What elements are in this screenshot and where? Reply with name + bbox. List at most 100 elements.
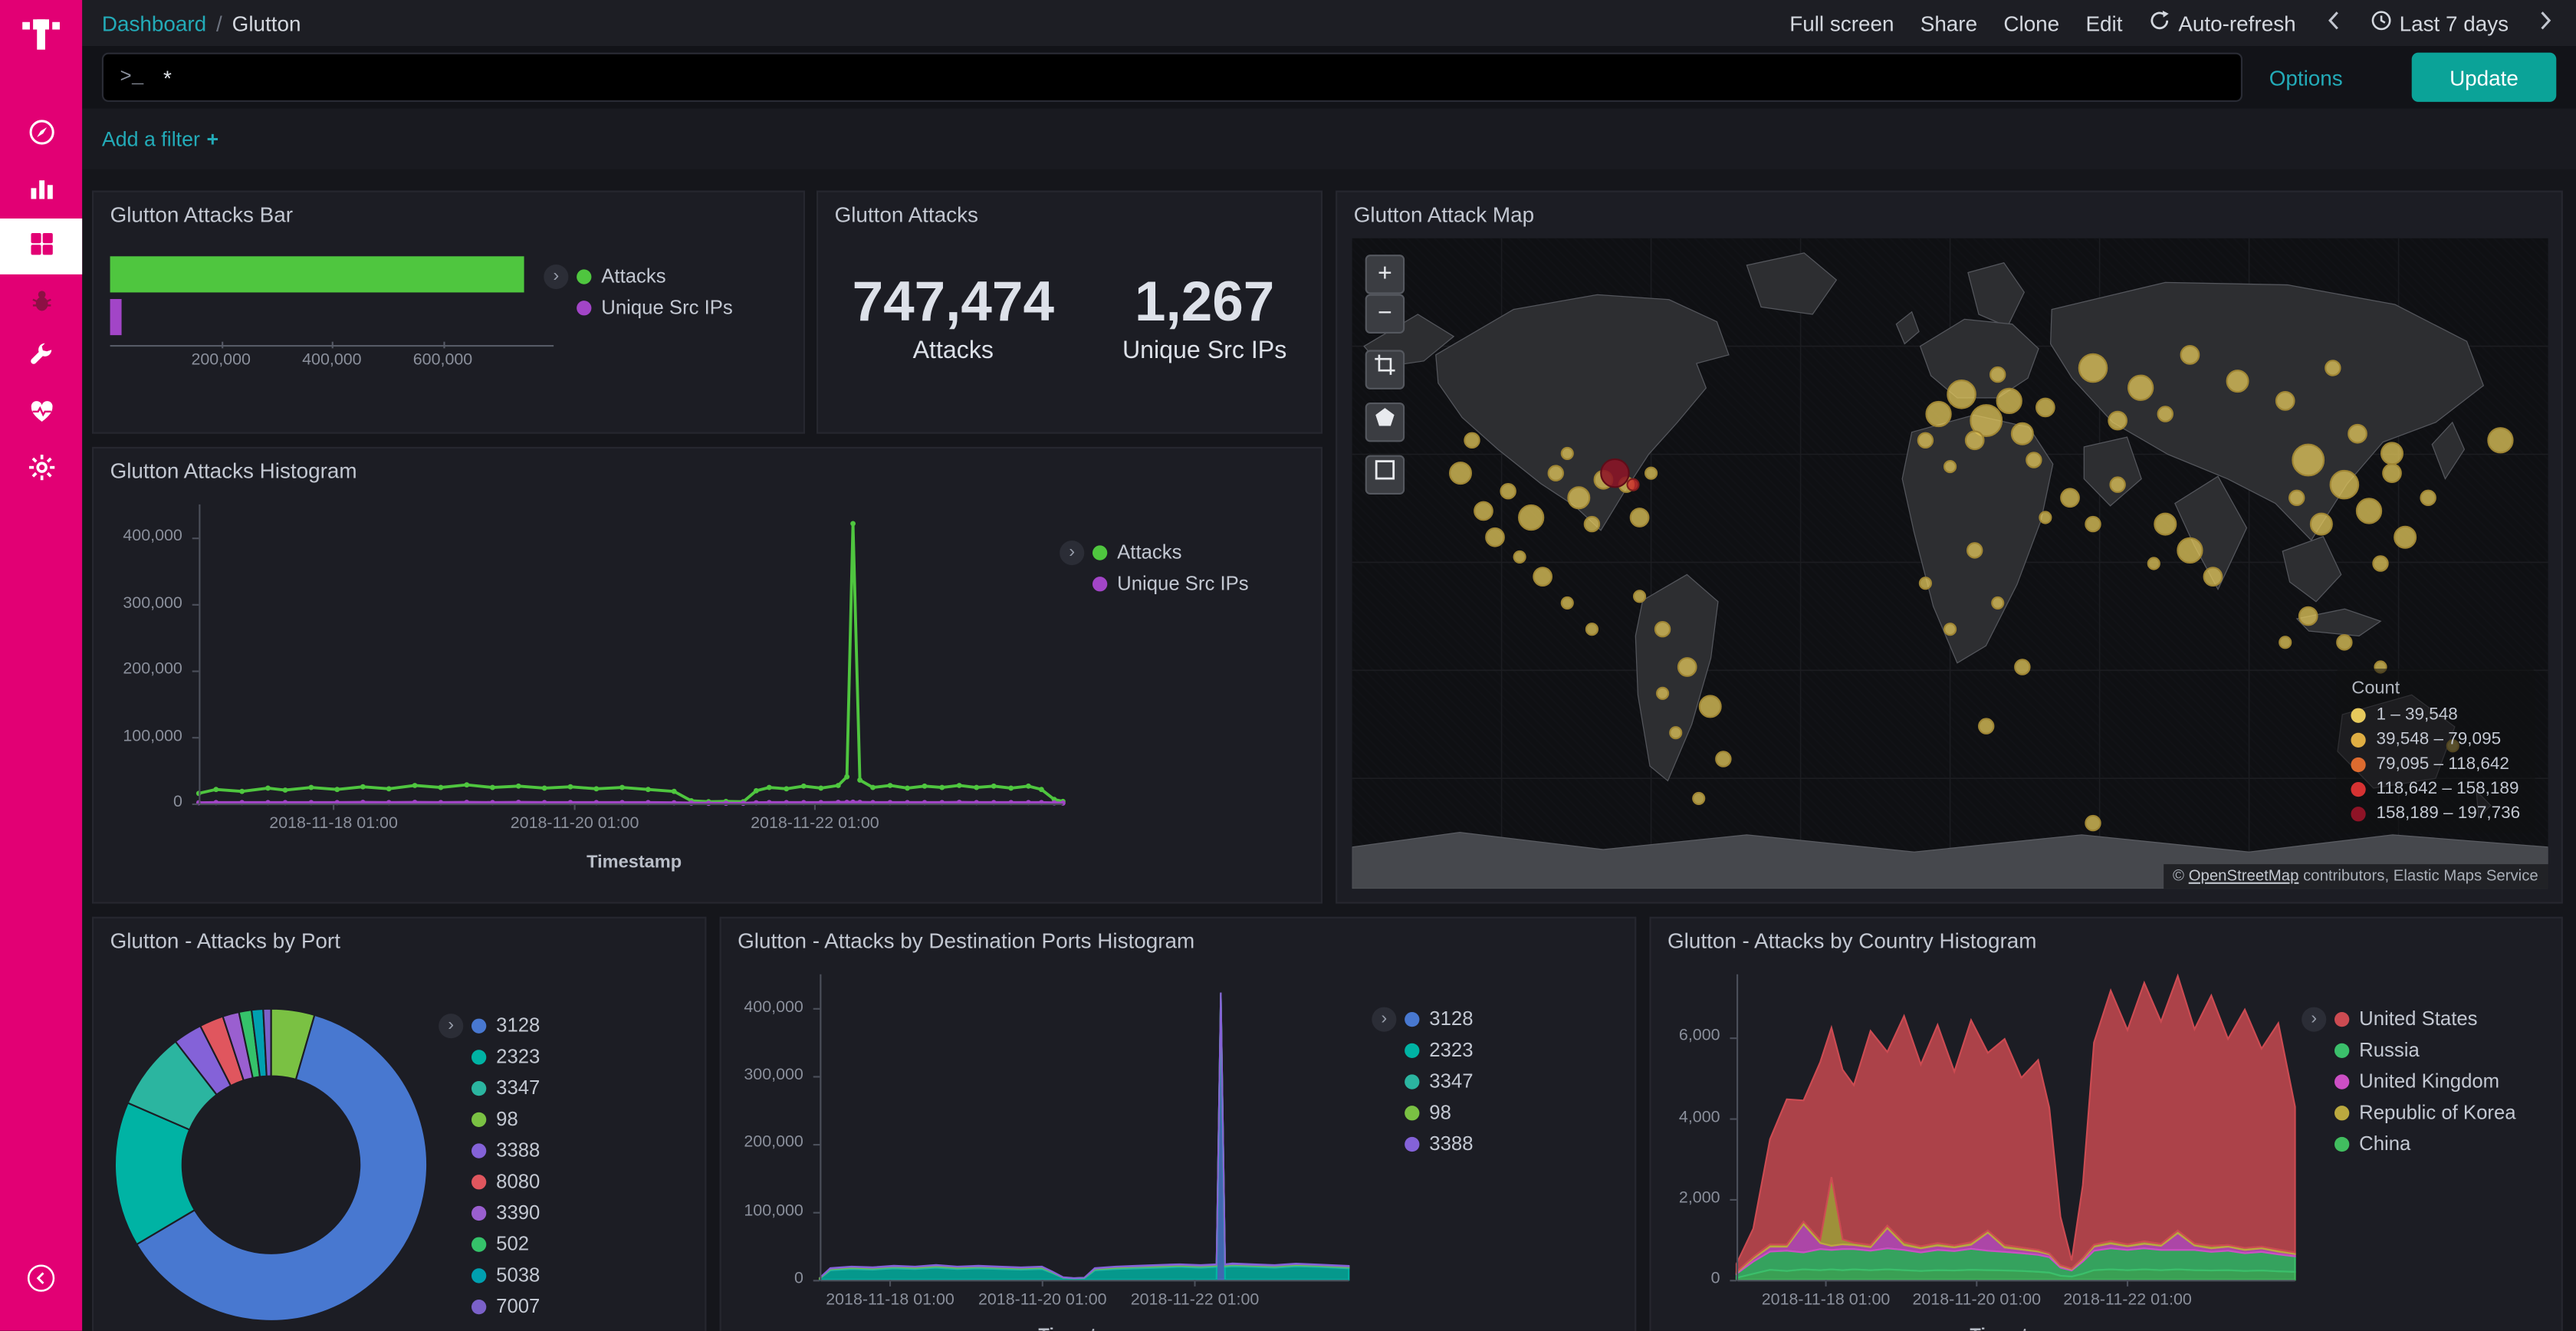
legend-item-3388[interactable]: 3388 xyxy=(1405,1132,1618,1155)
area-series-3388[interactable] xyxy=(820,992,1349,1278)
legend-item-7007[interactable]: 7007 xyxy=(472,1295,685,1318)
attack-bubble[interactable] xyxy=(1668,726,1681,739)
attack-bubble[interactable] xyxy=(2026,451,2042,467)
legend-toggle-icon[interactable] xyxy=(1372,1007,1396,1032)
attack-bubble[interactable] xyxy=(1561,596,1574,609)
attack-bubble[interactable] xyxy=(2203,567,2223,587)
area-series-98[interactable] xyxy=(820,993,1349,1278)
sidebar-item-apm[interactable] xyxy=(0,274,82,330)
sidebar-item-dashboard[interactable] xyxy=(0,219,82,274)
update-button[interactable]: Update xyxy=(2412,53,2557,102)
legend-item-3128[interactable]: 3128 xyxy=(1405,1007,1618,1030)
breadcrumb-dashboard-link[interactable]: Dashboard xyxy=(102,11,206,35)
rectangle-tool-button[interactable] xyxy=(1365,455,1405,495)
legend-item-2323[interactable]: 2323 xyxy=(472,1045,685,1068)
zoom-in-button[interactable]: + xyxy=(1365,255,1405,294)
sidebar-item-management[interactable] xyxy=(0,442,82,498)
attack-bubble[interactable] xyxy=(1966,542,1982,558)
attack-bubble[interactable] xyxy=(1944,459,1957,472)
attack-bubble[interactable] xyxy=(2355,498,2381,524)
legend-toggle-icon[interactable] xyxy=(439,1014,463,1038)
legend-item-3388[interactable]: 3388 xyxy=(472,1139,685,1162)
area-series-3128[interactable] xyxy=(820,1008,1349,1280)
legend-item-republic-of-korea[interactable]: Republic of Korea xyxy=(2334,1101,2556,1124)
attack-bubble[interactable] xyxy=(1632,590,1645,603)
attack-bubble[interactable] xyxy=(1600,458,1630,488)
attack-bubble[interactable] xyxy=(1464,432,1480,448)
collapse-nav-button[interactable] xyxy=(0,1252,82,1308)
attack-bubble[interactable] xyxy=(1513,550,1526,564)
sidebar-item-monitoring[interactable] xyxy=(0,386,82,442)
world-map[interactable]: + − Count 1 – 39,54839,548 – 79,09579,09… xyxy=(1352,238,2548,889)
legend-item-united-kingdom[interactable]: United Kingdom xyxy=(2334,1070,2556,1093)
add-filter-link[interactable]: Add a filter+ xyxy=(102,127,219,150)
legend-item-502[interactable]: 502 xyxy=(472,1232,685,1255)
sidebar-item-dev-tools[interactable] xyxy=(0,330,82,386)
attack-bubble[interactable] xyxy=(1991,596,2004,609)
legend-item-98[interactable]: 98 xyxy=(1405,1101,1618,1124)
attack-bubble[interactable] xyxy=(1561,446,1574,459)
legend-item-39-548-79-095[interactable]: 39,548 – 79,095 xyxy=(2351,729,2520,749)
attack-bubble[interactable] xyxy=(1925,401,1951,427)
time-forward-button[interactable] xyxy=(2535,10,2556,36)
attack-bubble[interactable] xyxy=(2275,391,2295,411)
attack-bubble[interactable] xyxy=(1448,461,1471,484)
legend-item-158-189-197-736[interactable]: 158,189 – 197,736 xyxy=(2351,804,2520,823)
legend-item-2323[interactable]: 2323 xyxy=(1405,1038,1618,1061)
legend-item-5038[interactable]: 5038 xyxy=(472,1264,685,1287)
legend-toggle-icon[interactable] xyxy=(544,265,568,289)
attack-bubble[interactable] xyxy=(1978,718,1994,734)
legend-item-china[interactable]: China xyxy=(2334,1132,2556,1155)
edit-button[interactable]: Edit xyxy=(2085,11,2122,35)
attack-bubble[interactable] xyxy=(1944,622,1957,635)
attack-bubble[interactable] xyxy=(2147,557,2160,570)
attack-bubble[interactable] xyxy=(1547,464,1563,480)
legend-item-unique-src-ips[interactable]: Unique Src IPs xyxy=(577,296,733,319)
zoom-out-button[interactable]: − xyxy=(1365,294,1405,334)
attack-bubble[interactable] xyxy=(2157,406,2174,422)
bar-attacks[interactable] xyxy=(110,256,524,292)
attack-bubble[interactable] xyxy=(2176,537,2202,564)
area-series-united-states[interactable] xyxy=(1737,976,2295,1272)
attack-bubble[interactable] xyxy=(1629,508,1649,528)
legend-item-3390[interactable]: 3390 xyxy=(472,1201,685,1224)
legend-item-attacks[interactable]: Attacks xyxy=(577,265,733,288)
attack-bubble[interactable] xyxy=(2309,513,2332,536)
line-series-attacks[interactable] xyxy=(199,524,1063,802)
legend-item-3347[interactable]: 3347 xyxy=(1405,1070,1618,1093)
legend-item-1-39-548[interactable]: 1 – 39,548 xyxy=(2351,705,2520,725)
search-query-input[interactable]: >_ * xyxy=(102,53,2243,102)
attack-bubble[interactable] xyxy=(2279,635,2292,648)
legend-item-98[interactable]: 98 xyxy=(472,1107,685,1130)
openstreetmap-link[interactable]: OpenStreetMap xyxy=(2189,867,2299,886)
legend-item-118-642-158-189[interactable]: 118,642 – 158,189 xyxy=(2351,779,2520,799)
legend-toggle-icon[interactable] xyxy=(2302,1007,2326,1032)
attack-bubble[interactable] xyxy=(2393,526,2416,549)
auto-refresh-button[interactable]: Auto-refresh xyxy=(2149,10,2296,36)
attack-bubble[interactable] xyxy=(2372,555,2388,571)
legend-toggle-icon[interactable] xyxy=(1060,541,1084,565)
crop-tool-button[interactable] xyxy=(1365,350,1405,389)
legend-item-attacks[interactable]: Attacks xyxy=(1092,541,1306,564)
attack-bubble[interactable] xyxy=(2010,422,2033,445)
line-series-unique-src-ips[interactable] xyxy=(199,802,1063,803)
legend-item-united-states[interactable]: United States xyxy=(2334,1007,2556,1030)
area-series-3347[interactable] xyxy=(820,994,1349,1279)
legend-item-russia[interactable]: Russia xyxy=(2334,1038,2556,1061)
legend-item-unique-src-ips[interactable]: Unique Src IPs xyxy=(1092,572,1306,595)
area-series-2323[interactable] xyxy=(820,995,1349,1280)
attack-bubble[interactable] xyxy=(2108,410,2128,430)
sidebar-item-visualize[interactable] xyxy=(0,163,82,219)
legend-item-79-095-118-642[interactable]: 79,095 – 118,642 xyxy=(2351,754,2520,774)
attack-bubble[interactable] xyxy=(1585,622,1598,635)
donut-chart[interactable] xyxy=(113,1007,429,1323)
attack-bubble[interactable] xyxy=(1644,466,1658,479)
attack-bubble[interactable] xyxy=(1964,430,1984,450)
attack-bubble[interactable] xyxy=(2487,427,2513,453)
bar-unique-src-ips[interactable] xyxy=(110,299,122,335)
legend-item-8080[interactable]: 8080 xyxy=(472,1170,685,1193)
query-options-link[interactable]: Options xyxy=(2269,65,2343,90)
sidebar-item-discover[interactable] xyxy=(0,107,82,163)
legend-item-3347[interactable]: 3347 xyxy=(472,1076,685,1099)
time-back-button[interactable] xyxy=(2322,10,2344,36)
